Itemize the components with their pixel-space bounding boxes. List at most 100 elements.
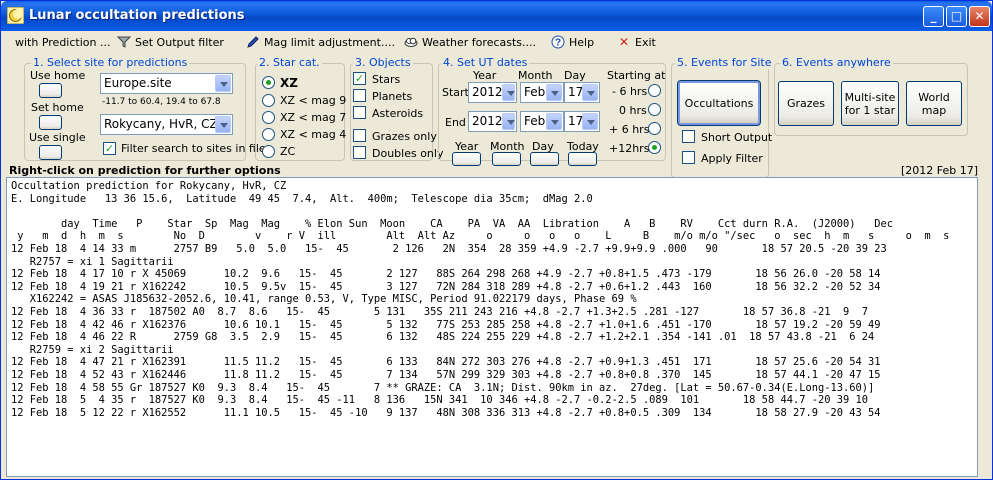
menu-mag-limit-label: Mag limit adjustment.... — [264, 35, 395, 49]
asteroids-label: Asteroids — [372, 107, 424, 120]
grazes-only-label: Grazes only — [372, 130, 437, 143]
site-name-select[interactable]: Rokycany, HvR, CZ — [100, 114, 233, 135]
menu-exit-label: Exit — [635, 35, 656, 49]
filter-sites-checkbox[interactable]: ✓ — [103, 142, 116, 155]
grazes-button[interactable]: Grazes — [778, 81, 834, 126]
apply-filter-checkbox[interactable] — [682, 151, 695, 164]
occultations-button[interactable]: Occultations — [677, 80, 761, 126]
filter-icon — [117, 36, 131, 48]
star-cat-radio-mag9[interactable] — [262, 94, 275, 107]
month-button[interactable] — [492, 152, 521, 166]
start-year-stepper[interactable]: 2012 — [468, 82, 517, 103]
output-line: day Time P Star Sp Mag Mag % Elon Sun Mo… — [11, 217, 894, 230]
site-group-title: 1. Select site for predictions — [31, 56, 190, 69]
menu-with-prediction-label: with Prediction ... — [15, 35, 111, 49]
chevron-down-icon[interactable] — [582, 84, 598, 101]
site-file-value: Europe.site — [104, 76, 172, 90]
offset-plus12-label: +12hrs — [609, 142, 650, 155]
set-home-button[interactable] — [39, 115, 62, 130]
use-home-label: Use home — [30, 69, 86, 82]
chevron-down-icon[interactable] — [582, 113, 598, 130]
start-month-select[interactable]: Feb — [520, 82, 564, 103]
output-line: 12 Feb 18 4 17 10 r X 45069 10.2 9.6 15-… — [11, 268, 881, 281]
output-date-tag: [2012 Feb 17] — [901, 164, 979, 177]
star-cat-radio-xz[interactable] — [262, 76, 275, 89]
menu-help[interactable]: ? Help — [551, 34, 594, 50]
help-icon: ? — [551, 35, 565, 49]
output-line: 12 Feb 18 4 19 21 r X162242 10.5 9.5v 15… — [11, 280, 881, 293]
end-month-select[interactable]: Feb — [520, 111, 564, 132]
star-cat-option-mag9: XZ < mag 9 — [280, 94, 347, 107]
offset-minus6-label: - 6 hrs — [612, 85, 648, 98]
chevron-down-icon[interactable] — [546, 84, 562, 101]
offset-0-radio[interactable] — [648, 103, 661, 116]
star-cat-option-mag7: XZ < mag 7 — [280, 111, 347, 124]
menu-bar: with Prediction ... Set Output filter Ma… — [1, 31, 992, 51]
grazes-only-checkbox[interactable] — [353, 129, 366, 142]
starting-at-label: Starting at — [607, 69, 666, 82]
asteroids-checkbox[interactable] — [353, 106, 366, 119]
minimize-button[interactable]: _ — [923, 6, 944, 27]
svg-text:?: ? — [555, 38, 561, 49]
star-cat-option-mag4: XZ < mag 4 — [280, 128, 347, 141]
today-button[interactable] — [568, 152, 597, 166]
menu-mag-limit[interactable]: Mag limit adjustment.... — [246, 34, 395, 50]
short-output-checkbox[interactable] — [682, 130, 695, 143]
menu-weather[interactable]: Weather forecasts.... — [404, 34, 536, 50]
end-day-value: 17 — [568, 114, 584, 128]
start-label: Start — [442, 86, 469, 99]
output-line: E. Longitude 13 36 15.6, Latitude 49 45 … — [11, 192, 593, 205]
multisite-button[interactable]: Multi-site for 1 star — [841, 81, 899, 126]
offset-plus12-radio[interactable] — [648, 141, 661, 154]
star-cat-radio-zc[interactable] — [262, 145, 275, 158]
output-line: 12 Feb 18 5 4 35 r 187527 K0 9.3 8.4 15-… — [11, 394, 869, 407]
star-cat-radio-mag7[interactable] — [262, 111, 275, 124]
chevron-down-icon[interactable] — [215, 116, 231, 133]
title-bar[interactable]: Lunar occultation predictions _ □ ✕ — [1, 1, 992, 31]
cloud-icon — [404, 37, 418, 47]
use-home-button[interactable] — [39, 83, 62, 98]
dates-title: 4. Set UT dates — [441, 56, 530, 69]
menu-exit[interactable]: ✕ Exit — [617, 34, 656, 50]
star-cat-option-zc: ZC — [280, 145, 296, 158]
planets-label: Planets — [372, 90, 413, 103]
end-day-select[interactable]: 17 — [564, 111, 600, 132]
prediction-output-textarea[interactable]: Occultation prediction for Rokycany, HvR… — [6, 177, 978, 477]
month-header: Month — [518, 69, 553, 82]
menu-set-output-filter[interactable]: Set Output filter — [117, 34, 224, 50]
doubles-only-checkbox[interactable] — [353, 146, 366, 159]
use-single-button[interactable] — [39, 145, 62, 160]
use-single-label: Use single — [29, 131, 86, 144]
world-map-button[interactable]: World map — [906, 81, 962, 126]
close-button[interactable]: ✕ — [969, 6, 990, 27]
offset-minus6-radio[interactable] — [648, 84, 661, 97]
end-year-stepper[interactable]: 2012 — [468, 111, 517, 132]
menu-with-prediction[interactable]: with Prediction ... — [15, 34, 110, 50]
spinner-icon[interactable] — [502, 84, 515, 101]
chevron-down-icon[interactable] — [215, 75, 231, 92]
offset-plus6-radio[interactable] — [648, 122, 661, 135]
maximize-button[interactable]: □ — [946, 6, 967, 27]
stars-checkbox[interactable]: ✓ — [353, 72, 366, 85]
start-month-value: Feb — [524, 85, 546, 99]
output-line: 12 Feb 18 4 52 43 r X162446 11.8 11.2 15… — [11, 368, 881, 381]
star-cat-radio-mag4[interactable] — [262, 128, 275, 141]
short-output-label: Short Output — [701, 131, 773, 144]
offset-0-label: 0 hrs — [619, 104, 647, 117]
main-window: Lunar occultation predictions _ □ ✕ with… — [0, 0, 993, 480]
day-button[interactable] — [530, 152, 559, 166]
site-range-text: -11.7 to 60.4, 19.4 to 67.8 — [102, 97, 221, 107]
chevron-down-icon[interactable] — [546, 113, 562, 130]
year-header: Year — [473, 69, 497, 82]
site-file-select[interactable]: Europe.site — [100, 73, 233, 94]
site-name-value: Rokycany, HvR, CZ — [104, 117, 218, 131]
end-year-value: 2012 — [472, 114, 503, 128]
output-line: 12 Feb 18 5 12 22 r X162552 11.1 10.5 15… — [11, 406, 881, 419]
events-anywhere-title: 6. Events anywhere — [780, 56, 893, 69]
stars-label: Stars — [372, 73, 401, 86]
start-day-select[interactable]: 17 — [564, 82, 600, 103]
spinner-icon[interactable] — [502, 113, 515, 130]
planets-checkbox[interactable] — [353, 89, 366, 102]
year-button[interactable] — [452, 152, 481, 166]
output-line: X162242 = ASAS J185632-2052.6, 10.41, ra… — [11, 293, 637, 306]
